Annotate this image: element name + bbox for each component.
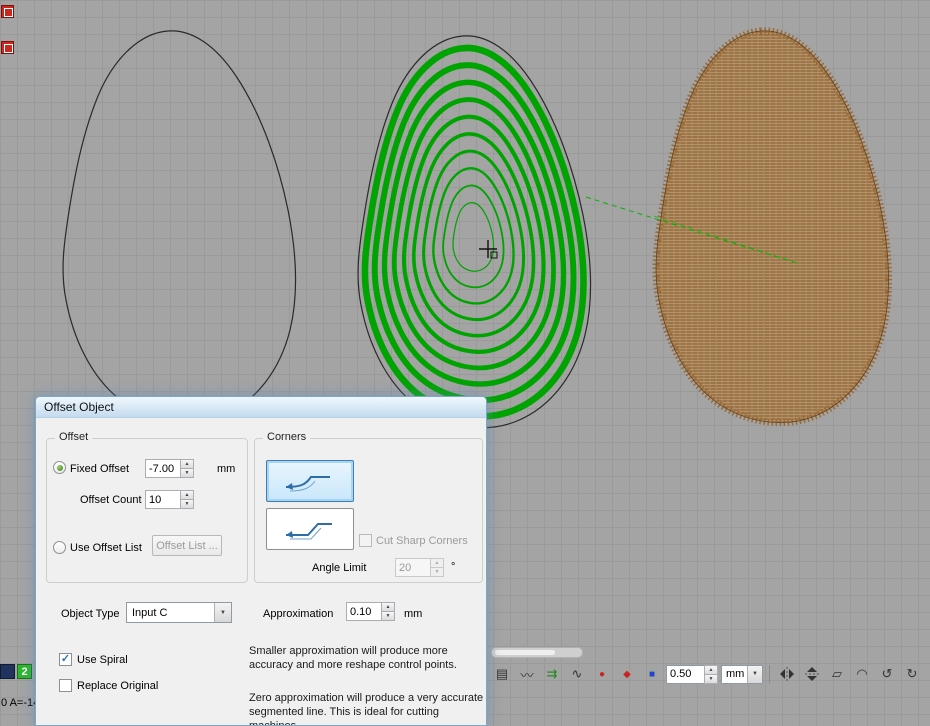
mirror-vertical-icon[interactable]: [801, 663, 823, 685]
arc-icon[interactable]: ◠: [851, 663, 873, 685]
offset-count-spinner[interactable]: ▲ ▼: [145, 490, 194, 509]
stitch-width-input[interactable]: [666, 665, 704, 684]
dropdown-arrow-icon[interactable]: ▼: [214, 603, 231, 622]
approximation-note: Smaller approximation will produce more …: [249, 644, 484, 672]
spin-down-button[interactable]: ▼: [180, 500, 194, 509]
offset-count-label: Offset Count: [80, 494, 142, 506]
rotate-ccw-icon[interactable]: ↺: [876, 663, 898, 685]
spin-up-button: ▲: [430, 558, 444, 568]
replace-original-checkbox[interactable]: ✓: [59, 679, 72, 692]
hatch-fill-icon[interactable]: ▤: [491, 663, 513, 685]
toolbar-separator: [769, 665, 770, 683]
scrollbar-thumb[interactable]: [495, 650, 555, 655]
run-stitch-icon[interactable]: ⇉: [541, 663, 563, 685]
angle-limit-unit: °: [451, 561, 455, 573]
fixed-offset-input[interactable]: [145, 459, 180, 478]
fixed-offset-radio[interactable]: [53, 461, 66, 474]
approximation-spinner[interactable]: ▲ ▼: [346, 602, 395, 621]
application-canvas[interactable]: ▤ 〰 ⇉ ∿ ● ◆ ■ ▲ ▼ mm ▼: [0, 0, 930, 726]
spin-up-button[interactable]: ▲: [704, 665, 718, 675]
cut-sharp-corners-checkbox: ✓: [359, 534, 372, 547]
use-offset-list-radio[interactable]: [53, 541, 66, 554]
object-type-dropdown[interactable]: Input C ▼: [126, 602, 232, 623]
corners-group: Corners ✓ Cut Sharp Corners Angle Limit: [254, 438, 483, 583]
dropdown-arrow-icon[interactable]: ▼: [747, 666, 762, 683]
color-palette: 2: [0, 664, 32, 679]
spin-down-button[interactable]: ▼: [180, 469, 194, 478]
mirror-horizontal-icon[interactable]: [776, 663, 798, 685]
crosshair-cursor: [479, 240, 497, 258]
horizontal-scrollbar[interactable]: [491, 647, 583, 658]
object-type-label: Object Type: [61, 608, 120, 620]
bottom-toolbar: ▤ 〰 ⇉ ∿ ● ◆ ■ ▲ ▼ mm ▼: [491, 662, 923, 686]
red-dot-icon[interactable]: ●: [591, 663, 613, 685]
outline-shape[interactable]: [63, 31, 295, 423]
spin-down-button[interactable]: ▼: [704, 675, 718, 684]
units-dropdown[interactable]: mm ▼: [721, 665, 763, 684]
wave-stitch-icon[interactable]: ∿: [566, 663, 588, 685]
use-offset-list-label: Use Offset List: [70, 542, 142, 554]
skew-icon[interactable]: ▱: [826, 663, 848, 685]
approximation-input[interactable]: [346, 602, 381, 621]
stitched-shape[interactable]: [656, 31, 888, 423]
spin-down-button: ▼: [430, 568, 444, 577]
dialog-title: Offset Object: [44, 400, 114, 414]
red-diamond-icon[interactable]: ◆: [616, 663, 638, 685]
object-type-value: Input C: [127, 607, 214, 619]
spin-up-button[interactable]: ▲: [180, 459, 194, 469]
stitch-width-spinner[interactable]: ▲ ▼: [666, 665, 718, 684]
palette-color-1[interactable]: [0, 664, 15, 679]
status-readout: 0 A=-14: [1, 697, 39, 709]
fixed-offset-unit: mm: [217, 463, 235, 475]
offset-object-dialog: Offset Object Offset Fixed Offset ▲ ▼ mm…: [35, 396, 487, 726]
fixed-offset-spinner[interactable]: ▲ ▼: [145, 459, 194, 478]
rotate-cw-icon[interactable]: ↻: [901, 663, 923, 685]
zero-approximation-note: Zero approximation will produce a very a…: [249, 691, 484, 726]
use-spiral-checkbox[interactable]: ✓: [59, 653, 72, 666]
fixed-offset-label: Fixed Offset: [70, 463, 129, 475]
palette-color-2-badge[interactable]: 2: [17, 664, 32, 679]
cut-sharp-corners-label: Cut Sharp Corners: [376, 535, 468, 547]
offset-count-input[interactable]: [145, 490, 180, 509]
approximation-unit: mm: [404, 608, 422, 620]
zigzag-stitch-icon[interactable]: 〰: [516, 663, 538, 685]
corners-group-label: Corners: [263, 431, 310, 443]
offset-list-button: Offset List ...: [152, 535, 222, 556]
red-tool-icon-2[interactable]: [1, 41, 14, 54]
angle-limit-label: Angle Limit: [312, 562, 366, 574]
offset-group: Offset Fixed Offset ▲ ▼ mm Offset Count …: [46, 438, 248, 583]
blue-square-icon[interactable]: ■: [641, 663, 663, 685]
sharp-corner-button[interactable]: [266, 508, 354, 550]
offset-group-label: Offset: [55, 431, 92, 443]
spin-up-button[interactable]: ▲: [180, 490, 194, 500]
angle-limit-spinner: ▲ ▼: [395, 558, 444, 577]
sharp-corner-icon: [280, 516, 340, 542]
spin-down-button[interactable]: ▼: [381, 612, 395, 621]
spin-up-button[interactable]: ▲: [381, 602, 395, 612]
round-corner-icon: [280, 468, 340, 494]
units-value: mm: [722, 668, 747, 680]
approximation-label: Approximation: [263, 608, 333, 620]
round-corner-button[interactable]: [266, 460, 354, 502]
angle-limit-input: [395, 558, 430, 577]
red-tool-icon[interactable]: [1, 5, 14, 18]
spiral-offset-shape[interactable]: [358, 36, 590, 428]
use-spiral-label: Use Spiral: [77, 654, 128, 666]
replace-original-label: Replace Original: [77, 680, 158, 692]
dialog-titlebar[interactable]: Offset Object: [36, 397, 486, 418]
